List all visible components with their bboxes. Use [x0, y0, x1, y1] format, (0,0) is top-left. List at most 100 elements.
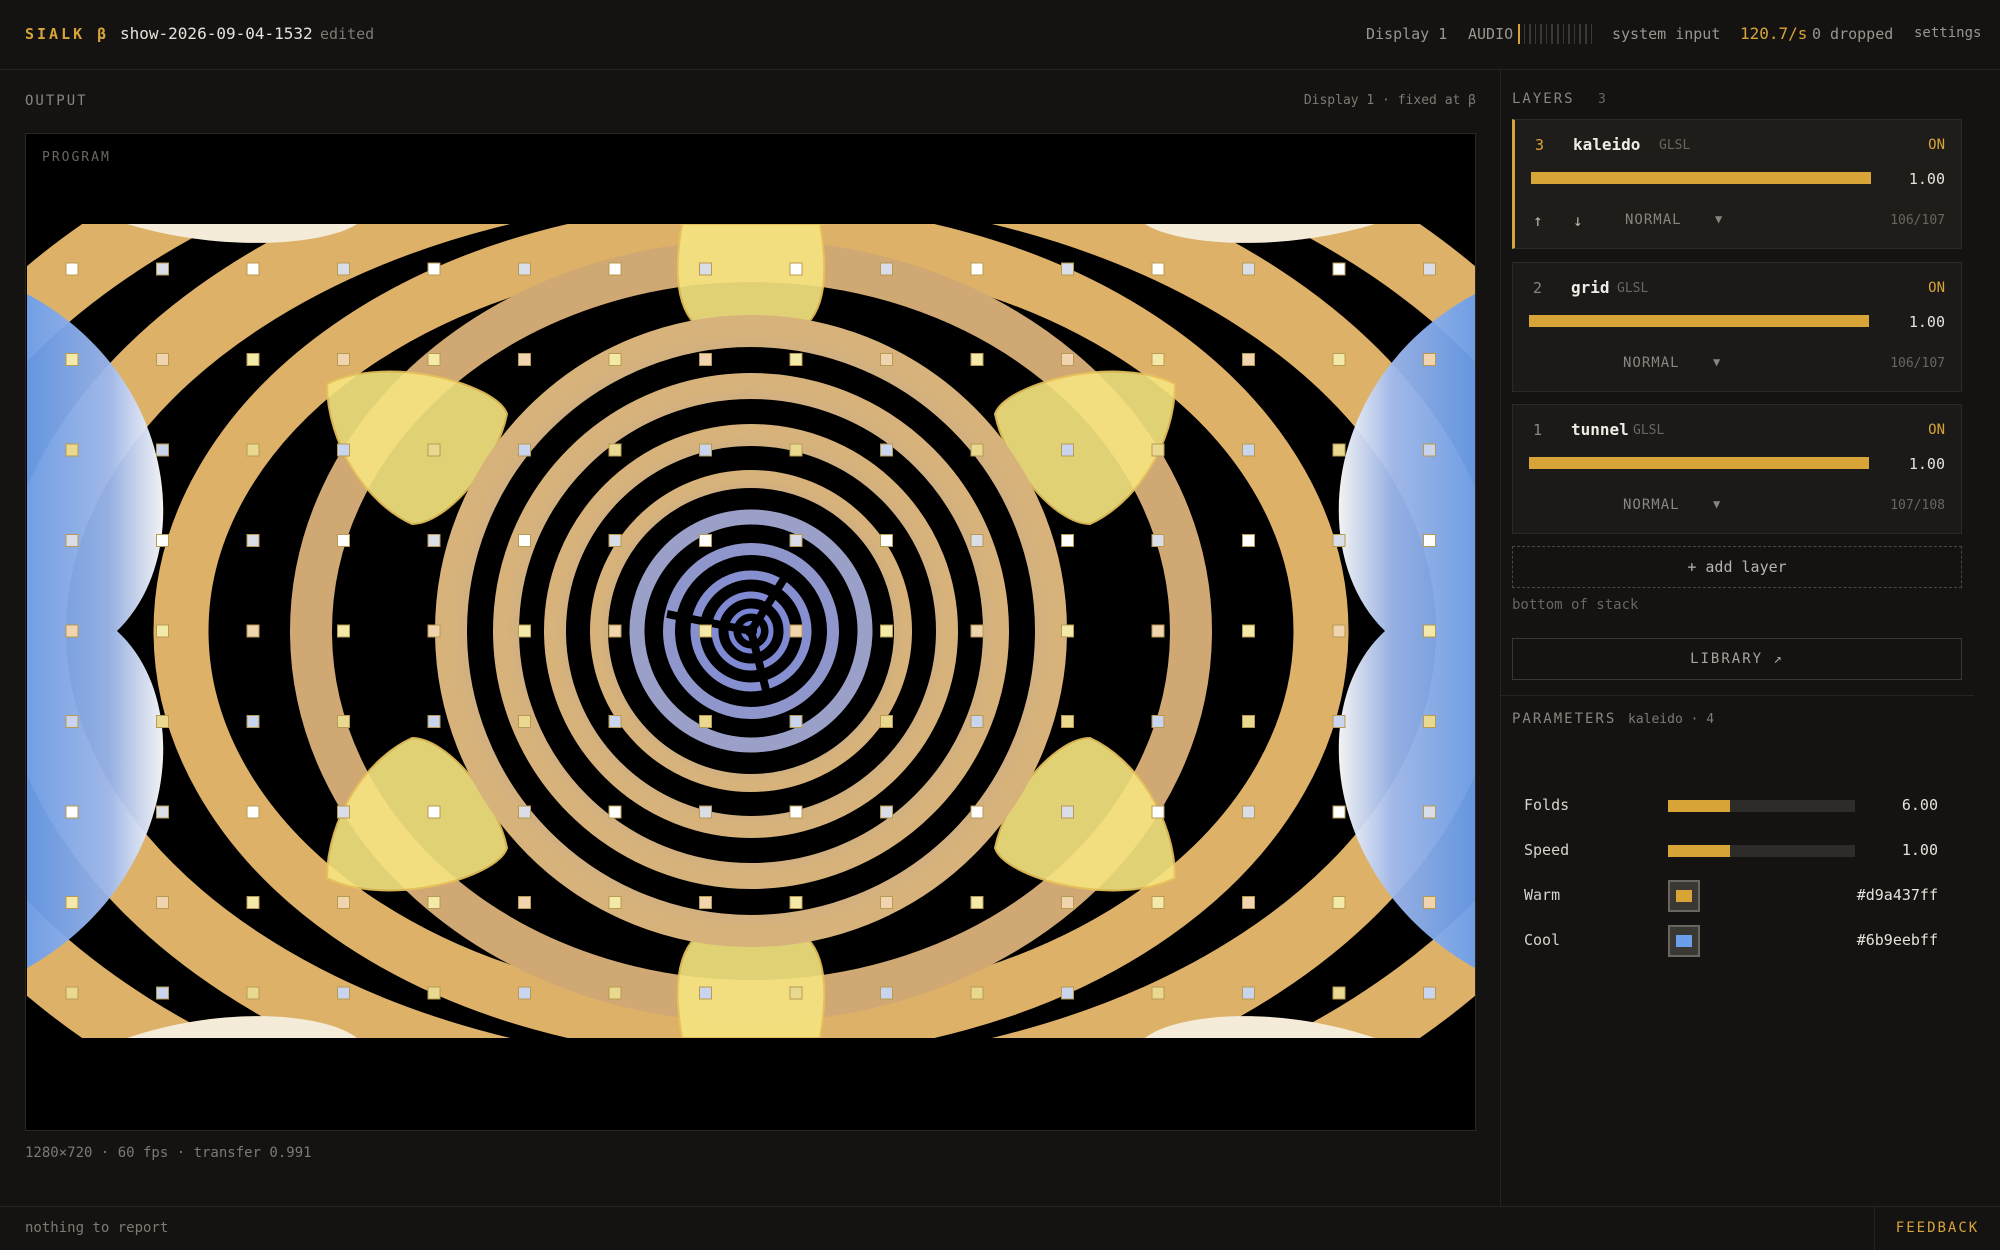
feedback-button[interactable]: FEEDBACK [1874, 1206, 2000, 1250]
layer-type: GLSL [1659, 138, 1691, 153]
grid-dot [427, 624, 441, 638]
color-swatch-warm[interactable] [1668, 880, 1700, 912]
grid-dot [699, 534, 712, 547]
grid-dot [1151, 353, 1165, 366]
display-selector[interactable]: Display 1 [1366, 25, 1447, 43]
layer-number: 3 [1535, 136, 1545, 154]
grid-dot [880, 443, 893, 457]
layer-card-grid[interactable]: 2 grid GLSL ON 1.00 NORMAL ▼ 106/107 [1512, 262, 1962, 392]
grid-dot [699, 624, 712, 638]
param-label-cool: Cool [1524, 931, 1561, 949]
grid-dot [1061, 443, 1074, 457]
grid-dot [1423, 986, 1436, 1000]
audio-meter-bar [1523, 24, 1526, 44]
grid-dot [1061, 715, 1074, 728]
status-bar [0, 1206, 2000, 1250]
grid-dot [1423, 534, 1436, 547]
param-slider-folds[interactable] [1668, 800, 1855, 812]
grid-dot [1242, 986, 1255, 1000]
grid-dot [1242, 805, 1255, 819]
grid-dot [337, 443, 350, 457]
audio-meter-bar [1579, 24, 1581, 44]
chevron-down-icon[interactable]: ▼ [1715, 212, 1722, 226]
grid-dot [608, 896, 622, 909]
layer-toggle[interactable]: ON [1928, 280, 1945, 296]
layer-type: GLSL [1617, 281, 1649, 296]
add-layer-button[interactable]: + add layer [1512, 546, 1962, 588]
grid-dot [1332, 715, 1346, 728]
param-value-folds: 6.00 [1901, 796, 1938, 814]
audio-meter-bar [1529, 24, 1531, 44]
grid-dot [246, 896, 260, 909]
output-display-info: Display 1 · fixed at β [1303, 93, 1476, 108]
layer-frame-counter: 106/107 [1890, 356, 1945, 371]
program-monitor: PROGRAM [25, 133, 1476, 1131]
show-name[interactable]: show-2026-09-04-1532 [120, 24, 313, 43]
layer-number: 2 [1533, 279, 1543, 297]
layer-name: tunnel [1571, 420, 1629, 439]
layer-toggle[interactable]: ON [1928, 422, 1945, 438]
grid-dot [1151, 715, 1165, 728]
grid-dot [970, 262, 984, 276]
grid-dot [608, 986, 622, 1000]
layer-name: kaleido [1573, 135, 1641, 154]
grid-dot [65, 805, 79, 819]
chevron-down-icon[interactable]: ▼ [1713, 497, 1720, 511]
grid-dot [1242, 715, 1255, 728]
layer-opacity-slider[interactable] [1531, 172, 1871, 184]
library-button[interactable]: LIBRARY ↗ [1512, 638, 1962, 680]
layers-count: 3 [1598, 92, 1606, 107]
layer-toggle[interactable]: ON [1928, 137, 1945, 153]
audio-meter-bar [1557, 24, 1559, 44]
move-up-icon[interactable]: ↑ [1533, 211, 1543, 230]
layer-card-kaleido[interactable]: 3 kaleido GLSL ON 1.00 ↑ ↓ NORMAL ▼ 106/… [1512, 119, 1962, 249]
blend-mode-select[interactable]: NORMAL [1623, 497, 1680, 513]
grid-dot [970, 805, 984, 819]
grid-dot [427, 715, 441, 728]
color-swatch-cool[interactable] [1668, 925, 1700, 957]
grid-dot [246, 262, 260, 276]
audio-level-meter [1518, 24, 1593, 44]
audio-meter-bar [1551, 24, 1554, 44]
audio-input-selector[interactable]: system input [1612, 25, 1720, 43]
layer-opacity-value: 1.00 [1908, 455, 1945, 473]
grid-dot [246, 534, 260, 547]
edited-indicator: edited [320, 25, 375, 43]
grid-dot [1332, 534, 1346, 547]
chevron-down-icon[interactable]: ▼ [1713, 355, 1720, 369]
layer-card-tunnel[interactable]: 1 tunnel GLSL ON 1.00 NORMAL ▼ 107/108 [1512, 404, 1962, 534]
grid-dot [518, 262, 531, 276]
grid-dot [789, 715, 803, 728]
layer-name: grid [1571, 278, 1610, 297]
bottom-of-stack-note: bottom of stack [1512, 597, 1639, 613]
grid-dot [608, 624, 622, 638]
grid-dot [246, 805, 260, 819]
layer-frame-counter: 106/107 [1890, 213, 1945, 228]
grid-dot [1332, 805, 1346, 819]
grid-dot [608, 443, 622, 457]
param-slider-speed[interactable] [1668, 845, 1855, 857]
grid-dot [789, 534, 803, 547]
grid-dot [246, 443, 260, 457]
grid-dot [970, 986, 984, 1000]
grid-dot [1242, 443, 1255, 457]
grid-dot [608, 534, 622, 547]
layer-opacity-slider[interactable] [1529, 315, 1869, 327]
grid-dot [65, 624, 79, 638]
grid-dot [337, 805, 350, 819]
blend-mode-select[interactable]: NORMAL [1625, 212, 1682, 228]
settings-link[interactable]: settings [1914, 25, 1981, 41]
grid-dot [1061, 805, 1074, 819]
grid-dot [1151, 896, 1165, 909]
grid-dot [1151, 986, 1165, 1000]
grid-dot [789, 443, 803, 457]
param-value-warm: #d9a437ff [1856, 886, 1938, 904]
blend-mode-select[interactable]: NORMAL [1623, 355, 1680, 371]
frame-rate-readout: 120.7/s [1740, 24, 1808, 43]
parameters-title: PARAMETERS [1512, 711, 1617, 727]
move-down-icon[interactable]: ↓ [1573, 211, 1583, 230]
grid-dot [518, 534, 531, 547]
layer-opacity-slider[interactable] [1529, 457, 1869, 469]
audio-meter-bar [1534, 24, 1537, 44]
audio-meter-bar [1584, 24, 1587, 44]
